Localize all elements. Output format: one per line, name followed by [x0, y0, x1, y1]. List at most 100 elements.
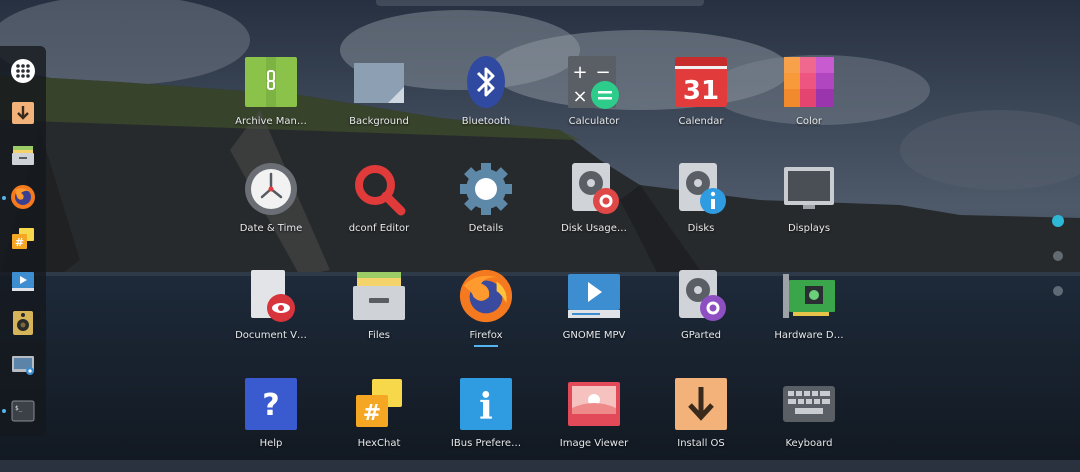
dash-item-firefox[interactable]	[8, 182, 38, 212]
svg-text:−: −	[595, 62, 610, 83]
disk-usage-icon	[566, 161, 622, 217]
app-label: Date & Time	[239, 223, 303, 234]
app-background[interactable]: Background	[327, 50, 431, 150]
app-label: Hardware D…	[774, 330, 844, 341]
document-viewer-icon	[243, 268, 299, 324]
dash-item-hexchat[interactable]: #	[8, 224, 38, 254]
app-date-time[interactable]: Date & Time	[219, 157, 323, 257]
dash-item-screenshot[interactable]	[8, 350, 38, 380]
terminal-icon: $_	[11, 400, 35, 422]
dash-item-terminal[interactable]: $_	[8, 396, 38, 426]
app-label: IBus Prefere…	[450, 438, 522, 449]
desktop-wallpaper	[0, 0, 1080, 460]
gnome-mpv-icon	[12, 272, 34, 291]
app-label: Keyboard	[785, 438, 833, 449]
dash-item-gnome-mpv[interactable]	[8, 266, 38, 296]
background-icon	[351, 54, 407, 110]
app-archive-manager[interactable]: Archive Man…	[219, 50, 323, 150]
calendar-icon: 31	[673, 54, 729, 110]
app-disks[interactable]: Disks	[649, 157, 753, 257]
ibus-preferences-icon: i	[458, 376, 514, 432]
page-indicator-1[interactable]	[1052, 215, 1064, 227]
show-applications-icon	[11, 59, 35, 83]
details-gear-icon	[458, 161, 514, 217]
firefox-icon	[11, 185, 35, 209]
svg-text:i: i	[479, 386, 493, 428]
app-label: Image Viewer	[559, 438, 629, 449]
svg-text:#: #	[363, 401, 381, 426]
hexchat-icon: #	[12, 228, 34, 249]
calendar-day: 31	[683, 76, 719, 106]
app-firefox[interactable]: Firefox	[434, 264, 538, 364]
app-gparted[interactable]: GParted	[649, 264, 753, 364]
disks-icon	[673, 161, 729, 217]
app-files[interactable]: Files	[327, 264, 431, 364]
app-label: Disk Usage…	[561, 223, 627, 234]
app-calendar[interactable]: 31 Calendar	[649, 50, 753, 150]
app-install-os[interactable]: Install OS	[649, 372, 753, 472]
app-label: Details	[468, 223, 504, 234]
app-label: Document V…	[235, 330, 307, 341]
dash-item-install-os[interactable]	[8, 98, 38, 128]
show-applications-button[interactable]	[8, 56, 38, 86]
bluetooth-icon	[458, 54, 514, 110]
app-gnome-mpv[interactable]: GNOME MPV	[542, 264, 646, 364]
files-icon	[351, 268, 407, 324]
app-label: dconf Editor	[348, 223, 410, 234]
dconf-editor-icon	[351, 161, 407, 217]
app-label: Firefox	[469, 330, 503, 341]
svg-text:?: ?	[262, 388, 279, 423]
svg-text:×: ×	[572, 86, 587, 107]
app-label: GNOME MPV	[562, 330, 626, 341]
app-ibus-preferences[interactable]: i IBus Prefere…	[434, 372, 538, 472]
app-label: Displays	[787, 223, 831, 234]
gnome-mpv-icon	[566, 268, 622, 324]
svg-text:#: #	[15, 236, 24, 249]
app-keyboard[interactable]: Keyboard	[757, 372, 861, 472]
dash-dock: # $_	[0, 46, 46, 436]
app-label: Background	[349, 116, 409, 127]
app-calculator[interactable]: + − × Calculator	[542, 50, 646, 150]
svg-text:$_: $_	[15, 405, 23, 412]
displays-icon	[781, 161, 837, 217]
app-label: Disks	[687, 223, 715, 234]
speaker-icon	[13, 311, 33, 335]
running-indicator	[474, 345, 498, 347]
clock-icon	[243, 161, 299, 217]
files-icon	[12, 146, 34, 165]
app-dconf-editor[interactable]: dconf Editor	[327, 157, 431, 257]
hexchat-icon: #	[351, 376, 407, 432]
install-os-icon	[12, 102, 34, 124]
app-hexchat[interactable]: # HexChat	[327, 372, 431, 472]
app-label: Color	[795, 116, 823, 127]
running-indicator	[2, 409, 6, 413]
app-image-viewer[interactable]: Image Viewer	[542, 372, 646, 472]
app-color[interactable]: Color	[757, 50, 861, 150]
dash-item-files[interactable]	[8, 140, 38, 170]
app-label: Calendar	[678, 116, 724, 127]
app-label: Help	[259, 438, 283, 449]
keyboard-icon	[781, 376, 837, 432]
app-label: HexChat	[357, 438, 401, 449]
app-bluetooth[interactable]: Bluetooth	[434, 50, 538, 150]
install-os-icon	[673, 376, 729, 432]
app-label: Bluetooth	[461, 116, 511, 127]
app-details[interactable]: Details	[434, 157, 538, 257]
gparted-icon	[673, 268, 729, 324]
page-indicator-2[interactable]	[1053, 251, 1063, 261]
app-help[interactable]: ? Help	[219, 372, 323, 472]
app-label: Archive Man…	[235, 116, 307, 127]
app-hardware-drivers[interactable]: Hardware D…	[757, 264, 861, 364]
wallpaper-image	[0, 0, 1080, 460]
page-indicator-3[interactable]	[1053, 286, 1063, 296]
dash-item-speaker[interactable]	[8, 308, 38, 338]
app-label: Files	[368, 330, 390, 341]
app-disk-usage[interactable]: Disk Usage…	[542, 157, 646, 257]
color-icon	[781, 54, 837, 110]
firefox-icon	[458, 268, 514, 324]
running-indicator	[2, 196, 6, 200]
svg-text:+: +	[572, 62, 587, 83]
app-document-viewer[interactable]: Document V…	[219, 264, 323, 364]
app-displays[interactable]: Displays	[757, 157, 861, 257]
app-label: GParted	[681, 330, 721, 341]
